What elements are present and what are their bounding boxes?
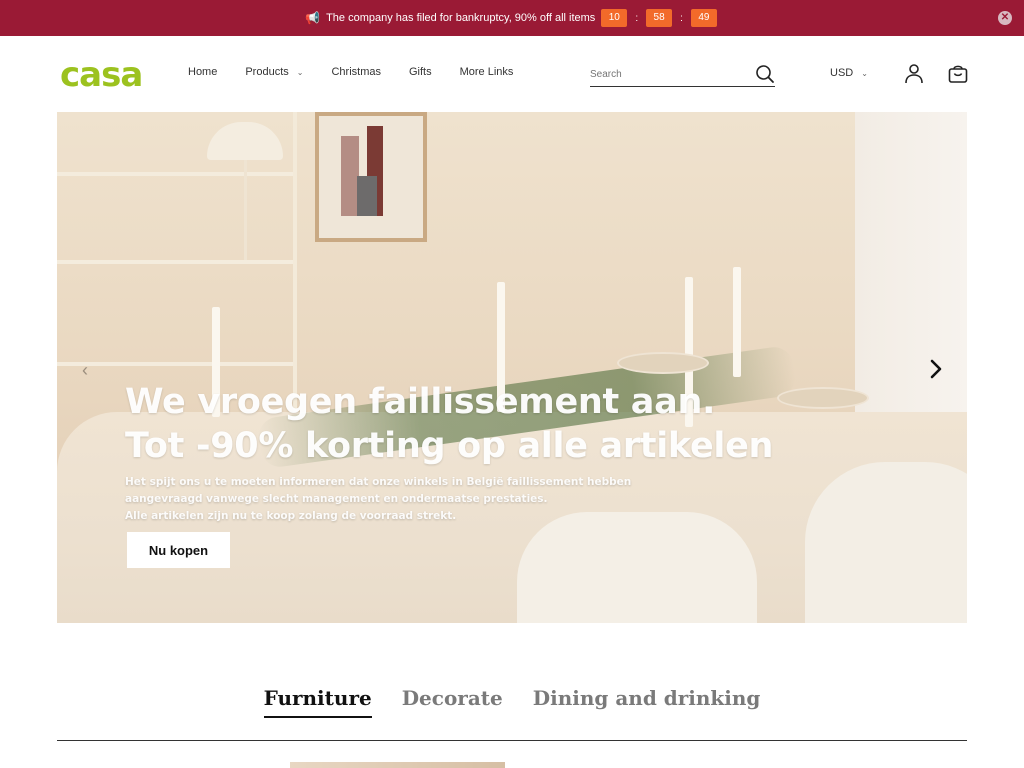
site-logo[interactable]: casa — [60, 58, 143, 92]
category-tabs: Furniture Decorate Dining and drinking — [0, 686, 1024, 718]
nav-label: Gifts — [408, 66, 432, 78]
nav-label: Home — [188, 66, 218, 78]
nav-item-gifts[interactable]: Gifts — [409, 66, 432, 78]
nav-label: Christmas — [331, 66, 381, 78]
search-input[interactable] — [590, 68, 750, 80]
cart-icon[interactable] — [947, 63, 969, 90]
chair-illustration — [517, 512, 757, 623]
hero-subtitle-line: Alle artikelen zijn nu te koop zolang de… — [125, 510, 457, 522]
nav-label: Products — [245, 66, 289, 78]
hero-subtitle: Het spijt ons u te moeten informeren dat… — [125, 474, 773, 525]
currency-selector[interactable]: USD ⌄ — [830, 67, 868, 79]
search-box — [590, 62, 775, 87]
currency-label: USD — [830, 67, 854, 79]
nav-item-home[interactable]: Home — [188, 66, 217, 78]
shelf-board — [57, 260, 293, 264]
search-icon[interactable] — [755, 64, 775, 89]
nav-item-products[interactable]: Products ⌄ — [245, 66, 303, 78]
countdown-minutes: 58 — [646, 9, 673, 27]
countdown-seconds: 49 — [690, 9, 717, 27]
close-icon[interactable]: ✕ — [998, 11, 1012, 25]
megaphone-icon: 📢 — [305, 11, 321, 25]
nav-label: More Links — [459, 66, 514, 78]
section-divider — [57, 740, 967, 741]
announcement-text: The company has filed for bankruptcy, 90… — [326, 12, 596, 24]
hero-text-block: We vroegen faillissement aan. Tot -90% k… — [125, 380, 773, 525]
chevron-right-icon[interactable] — [929, 358, 943, 385]
nav-item-more-links[interactable]: More Links — [460, 66, 514, 78]
site-header: casa Home Products ⌄ Christmas Gifts Mor… — [0, 36, 1024, 112]
announcement-message-group: 📢 The company has filed for bankruptcy, … — [305, 9, 719, 27]
chevron-down-icon: ⌄ — [296, 67, 304, 77]
chair-illustration — [805, 462, 967, 623]
hero-banner: We vroegen faillissement aan. Tot -90% k… — [57, 112, 967, 623]
main-nav: Home Products ⌄ Christmas Gifts More Lin… — [188, 66, 541, 78]
countdown-separator: : — [635, 12, 639, 24]
announcement-bar: 📢 The company has filed for bankruptcy, … — [0, 0, 1024, 36]
hero-subtitle-line: aangevraagd vanwege slecht management en… — [125, 493, 548, 505]
wall-art-frame — [315, 112, 427, 242]
hero-title-line: Tot -90% korting op alle artikelen — [125, 426, 774, 466]
tab-decorate[interactable]: Decorate — [402, 686, 503, 718]
lamp-pole — [244, 160, 247, 260]
tab-furniture[interactable]: Furniture — [263, 686, 372, 718]
tab-dining-and-drinking[interactable]: Dining and drinking — [533, 686, 761, 718]
chevron-down-icon: ⌄ — [861, 68, 868, 78]
shop-now-button[interactable]: Nu kopen — [127, 532, 230, 568]
countdown-separator: : — [680, 12, 683, 24]
shelf-board — [57, 362, 293, 366]
plate — [617, 352, 709, 374]
hero-title-line: We vroegen faillissement aan. — [125, 382, 716, 422]
art-block — [357, 176, 377, 216]
chevron-left-icon[interactable]: ‹ — [82, 360, 88, 381]
user-icon[interactable] — [904, 63, 924, 90]
plate — [777, 387, 869, 409]
shelf-board — [57, 172, 293, 176]
countdown-hours: 10 — [601, 9, 628, 27]
hero-subtitle-line: Het spijt ons u te moeten informeren dat… — [125, 476, 632, 488]
nav-item-christmas[interactable]: Christmas — [331, 66, 381, 78]
product-image-peek — [290, 762, 505, 768]
candle — [733, 267, 741, 377]
